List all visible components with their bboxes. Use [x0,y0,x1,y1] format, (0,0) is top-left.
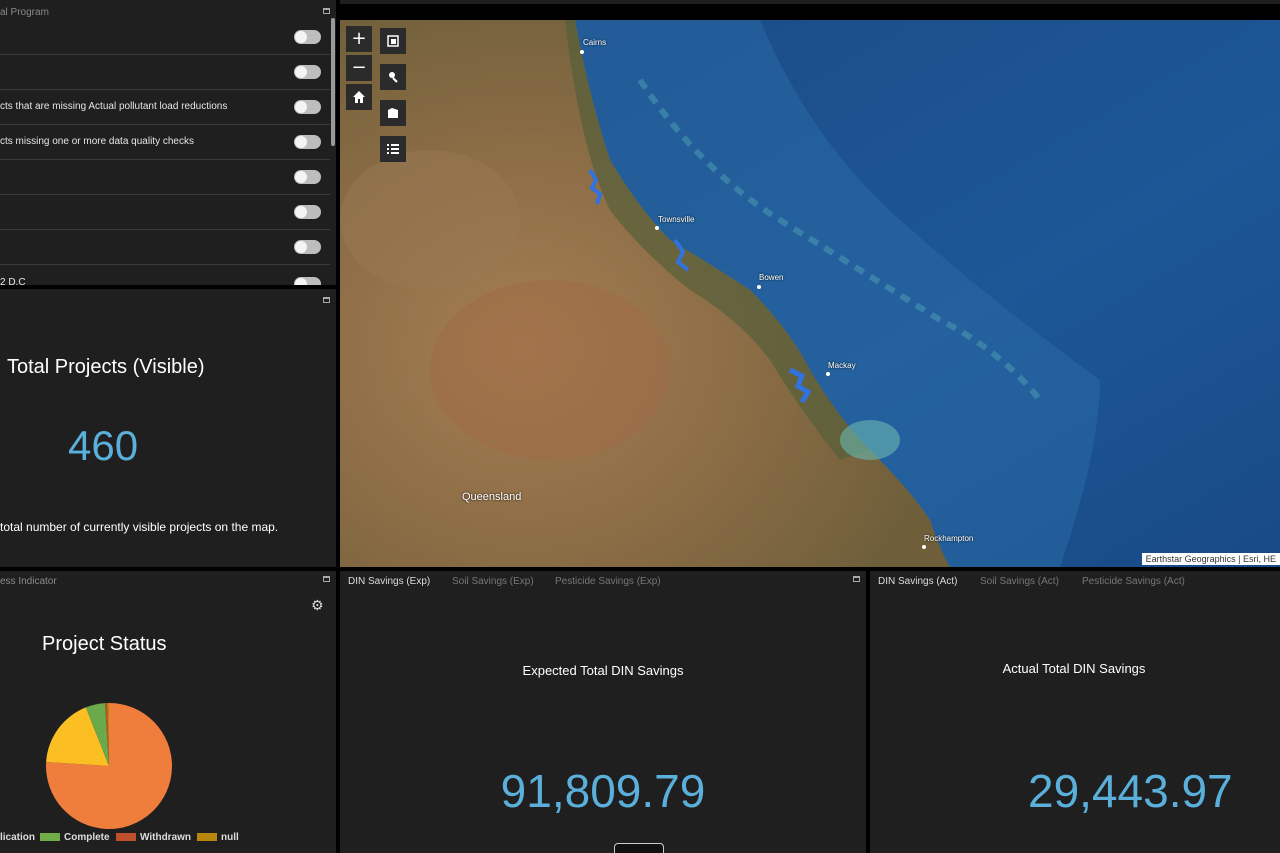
city-marker [757,285,761,289]
filter-row: cts that are missing Actual pollutant lo… [0,90,330,125]
city-marker [580,50,584,54]
toggle-knob [295,206,307,218]
filter-toggle[interactable] [294,277,321,285]
filter-label: 2 D.C [0,277,26,285]
legend-item[interactable]: Withdrawn [116,832,191,843]
filter-toggle[interactable] [294,30,321,44]
city-marker [826,372,830,376]
legend-label: null [221,832,239,843]
legend-swatch [116,833,136,842]
total-projects-title: Total Projects (Visible) [7,356,205,378]
map-attribution: Earthstar Geographics | Esri, HE [1141,553,1280,565]
map-image [340,20,1280,567]
expected-title: Expected Total DIN Savings [522,663,684,678]
legend-label: Complete [64,832,110,843]
tab-din-exp[interactable]: DIN Savings (Exp) [348,576,430,587]
filter-toggle[interactable] [294,170,321,184]
legend-swatch [40,833,60,842]
map-header-bar [340,0,1280,4]
filter-toggle[interactable] [294,65,321,79]
toggle-knob [295,171,307,183]
city-marker [655,226,659,230]
filter-row [0,160,330,195]
layer-list-button[interactable] [380,136,406,162]
filter-row [0,55,330,90]
tab-soil-act[interactable]: Soil Savings (Act) [980,576,1059,587]
expected-savings-panel: DIN Savings (Exp) Soil Savings (Exp) Pes… [340,571,866,853]
expected-value: 91,809.79 [500,765,706,817]
expand-handle[interactable] [614,843,664,853]
city-label: Rockhampton [924,534,974,543]
chart-title: Project Status [42,633,167,655]
filter-panel: al Program cts that are missing Actual p… [0,0,336,285]
panel-title: al Program [0,7,49,18]
toggle-knob [295,66,307,78]
tab-pesticide-act[interactable]: Pesticide Savings (Act) [1082,576,1185,587]
basemap-button[interactable] [380,28,406,54]
filter-toggle[interactable] [294,100,321,114]
maximize-icon[interactable] [853,576,860,582]
maximize-icon[interactable] [323,576,330,582]
toggle-knob [295,101,307,113]
status-panel: ess Indicator ⚙ Project Status [0,571,336,853]
actual-savings-panel: DIN Savings (Act) Soil Savings (Act) Pes… [870,571,1280,853]
filter-toggle[interactable] [294,240,321,254]
actual-title: Actual Total DIN Savings [1002,661,1146,676]
map-bookmark-icon [388,108,398,118]
filter-row [0,230,330,265]
legend-item[interactable]: lication [0,832,35,843]
region-label: Queensland [462,491,522,503]
city-label: Mackay [828,361,856,370]
toggle-knob [295,278,307,285]
home-button[interactable] [346,84,372,110]
filter-toggle[interactable] [294,135,321,149]
bookmark-button[interactable] [380,100,406,126]
city-label: Townsville [658,215,695,224]
city-marker [922,545,926,549]
total-projects-description: total number of currently visible projec… [0,520,279,534]
filter-label: cts missing one or more data quality che… [0,136,194,147]
pin-icon [389,72,398,83]
scrollbar[interactable] [331,18,335,146]
tab-soil-exp[interactable]: Soil Savings (Exp) [452,576,534,587]
total-projects-value: 460 [68,422,139,469]
maximize-icon[interactable] [323,297,330,303]
toggle-knob [295,136,307,148]
list-icon [387,144,399,154]
filter-row [0,20,330,55]
actual-value: 29,443.97 [1028,765,1233,817]
toggle-knob [295,31,307,43]
pie-chart [46,703,173,829]
zoom-out-button[interactable]: − [346,55,372,81]
legend-swatch [197,833,217,842]
maximize-icon[interactable] [323,8,330,14]
tab-pesticide-exp[interactable]: Pesticide Savings (Exp) [555,576,661,587]
gear-icon[interactable]: ⚙ [311,598,324,614]
map-view[interactable]: + − Cairns Townsville Bowen Mackay Rockh… [340,20,1280,567]
filter-row: cts missing one or more data quality che… [0,125,330,160]
filter-row: 2 D.C [0,265,330,285]
total-projects-panel: Total Projects (Visible) 460 total numbe… [0,289,336,567]
city-label: Cairns [583,38,607,47]
filter-label: cts that are missing Actual pollutant lo… [0,101,228,112]
draw-button[interactable] [380,64,406,90]
toggle-knob [295,241,307,253]
legend-label: lication [0,832,36,843]
city-label: Bowen [759,273,784,282]
legend-label: Withdrawn [140,832,192,843]
home-icon [353,91,365,103]
legend-item[interactable]: Complete [40,832,110,843]
tab-din-act[interactable]: DIN Savings (Act) [878,576,957,587]
legend-item[interactable]: null [197,832,239,843]
filter-toggle[interactable] [294,205,321,219]
zoom-in-button[interactable]: + [346,26,372,52]
panel-title: ess Indicator [0,576,57,587]
basemap-icon [387,35,399,47]
filter-row [0,195,330,230]
